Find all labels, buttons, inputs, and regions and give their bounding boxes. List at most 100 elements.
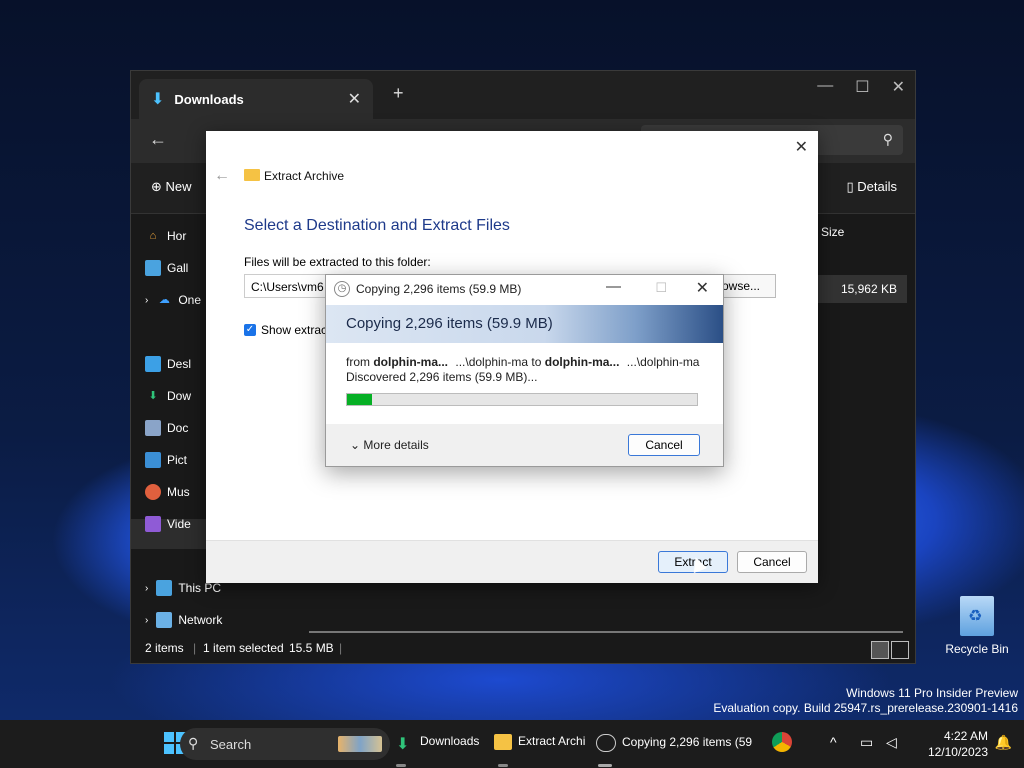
checkbox-label: Show extract [261, 323, 331, 337]
sidebar-item-network[interactable]: › Network [145, 607, 222, 633]
source-name[interactable]: dolphin-ma... [373, 355, 448, 369]
chrome-icon [772, 732, 792, 752]
cancel-copy-button[interactable]: Cancel [628, 434, 700, 456]
taskbar-app-label: Downloads [420, 734, 480, 749]
close-icon[interactable]: ✕ [696, 278, 709, 298]
windows-logo-icon [164, 744, 174, 754]
minimize-icon[interactable]: — [817, 77, 833, 97]
taskbar-app-extract-archive[interactable]: Extract Archi [494, 734, 585, 750]
close-tab-icon[interactable]: ✕ [348, 89, 361, 109]
this-pc-icon [156, 580, 173, 596]
sidebar-item-pictures[interactable]: Pict [145, 447, 187, 473]
status-item-count: 2 items [145, 641, 184, 655]
destination-path: ...\dolphin-ma [626, 355, 700, 369]
clock-icon [596, 734, 616, 752]
recycle-bin[interactable]: Recycle Bin [940, 596, 1014, 656]
back-arrow-icon[interactable]: ← [214, 167, 230, 185]
details-button[interactable]: ▯ Details [846, 179, 897, 195]
details-view-icon[interactable] [871, 641, 889, 659]
new-label: New [165, 179, 192, 194]
expand-chevron-icon[interactable]: › [145, 615, 148, 626]
new-button[interactable]: ⊕ New [151, 179, 192, 195]
sidebar-item-onedrive[interactable]: › ☁ One [145, 287, 201, 313]
sidebar-item-home[interactable]: ⌂ Hor [145, 223, 187, 249]
sidebar-item-music[interactable]: Mus [145, 479, 190, 505]
evaluation-watermark: Windows 11 Pro Insider Preview Evaluatio… [713, 686, 1018, 716]
sidebar-item-label: Pict [167, 453, 188, 467]
network-status-icon[interactable]: ▭ [860, 734, 873, 751]
explorer-tab-bar: ⬇ Downloads ✕ + — ☐ ✕ [131, 71, 915, 119]
tiles-view-icon[interactable] [891, 641, 909, 659]
notification-bell-icon[interactable]: 🔔 [995, 734, 1012, 751]
tab-label: Downloads [174, 91, 244, 107]
more-details-toggle[interactable]: ⌄ More details [350, 438, 429, 452]
app-running-indicator [498, 764, 508, 767]
clock-date: 12/10/2023 [927, 745, 988, 759]
sidebar-item-label: Dow [167, 389, 192, 403]
expand-chevron-icon[interactable]: › [145, 295, 148, 306]
maximize-icon: ☐ [655, 280, 667, 295]
chevron-up-icon[interactable]: ^ [830, 734, 837, 750]
sidebar-item-label: Hor [167, 229, 187, 243]
app-running-indicator [396, 764, 406, 767]
close-icon[interactable]: ✕ [795, 137, 808, 157]
volume-icon[interactable]: ◁ [886, 734, 897, 751]
file-size-cell: 15,962 KB [840, 282, 897, 296]
folder-icon [494, 734, 512, 750]
status-divider: | [339, 641, 343, 655]
dialog-heading: Select a Destination and Extract Files [244, 217, 510, 234]
sidebar-item-videos[interactable]: Vide [145, 511, 191, 537]
sidebar-item-desktop[interactable]: Desl [145, 351, 191, 377]
sidebar-item-gallery[interactable]: Gall [145, 255, 188, 281]
sidebar-item-label: This PC [178, 581, 222, 595]
sidebar-item-label: Doc [167, 421, 189, 435]
dialog-title: Extract Archive [264, 169, 345, 183]
taskbar-clock[interactable]: 4:22 AM 12/10/2023 [928, 728, 988, 760]
recycle-bin-label: Recycle Bin [945, 642, 1009, 656]
close-icon[interactable]: ✕ [892, 77, 905, 97]
dialog-footer: Extract Cancel [206, 540, 818, 583]
source-path: ...\dolphin-ma [455, 355, 529, 369]
sidebar-item-documents[interactable]: Doc [145, 415, 188, 441]
column-header-size[interactable]: Size [814, 219, 907, 245]
destination-name[interactable]: dolphin-ma... [545, 355, 620, 369]
music-icon [145, 484, 161, 500]
home-icon: ⌂ [149, 230, 157, 242]
expand-chevron-icon[interactable]: › [145, 583, 148, 594]
sidebar-item-label: Network [178, 613, 223, 627]
copy-source-destination: from dolphin-ma... ...\dolphin-ma to dol… [346, 355, 699, 369]
maximize-icon[interactable]: ☐ [855, 77, 869, 97]
copy-banner-title: Copying 2,296 items (59.9 MB) [346, 315, 553, 332]
app-running-indicator [598, 764, 612, 767]
back-arrow-icon[interactable]: ← [149, 129, 167, 150]
more-details-label: More details [363, 438, 429, 452]
tab-downloads[interactable]: ⬇ Downloads ✕ [139, 79, 373, 119]
taskbar-search-label: Search [210, 737, 252, 752]
taskbar-app-label: Copying 2,296 items (59 [622, 735, 753, 750]
watermark-line-2: Evaluation copy. Build 25947.rs_prerelea… [713, 701, 1018, 715]
watermark-line-1: Windows 11 Pro Insider Preview [846, 686, 1018, 700]
sidebar-item-label: Gall [167, 261, 189, 275]
show-extracted-checkbox[interactable]: ✓ Show extract [244, 323, 330, 337]
taskbar-app-downloads[interactable]: ⬇ Downloads [396, 734, 480, 753]
minimize-icon[interactable]: — [606, 278, 621, 295]
recycle-bin-icon [960, 596, 994, 636]
sidebar-item-downloads[interactable]: ⬇ Dow [145, 383, 191, 409]
zip-folder-icon [244, 169, 260, 181]
network-icon [156, 612, 173, 628]
taskbar-search-box[interactable]: ⚲ Search [180, 728, 390, 760]
clock-time: 4:22 AM [943, 729, 988, 743]
taskbar-app-copying[interactable]: Copying 2,296 items (59 [596, 734, 752, 752]
cancel-button[interactable]: Cancel [737, 551, 807, 573]
window-controls: — ☐ ✕ [817, 77, 905, 97]
chevron-down-icon: ⌄ [350, 438, 361, 452]
new-tab-button[interactable]: + [393, 83, 404, 104]
sidebar-item-label: Vide [167, 517, 191, 531]
download-icon: ⬇ [396, 736, 410, 753]
to-word: to [531, 355, 542, 369]
taskbar: ⚲ Search ⬇ Downloads Extract Archi Copyin… [0, 720, 1024, 768]
taskbar-app-label: Extract Archi [518, 734, 586, 749]
downloads-icon: ⬇ [148, 390, 158, 402]
taskbar-app-chrome[interactable] [772, 732, 798, 752]
copy-dialog-footer: ⌄ More details Cancel [326, 424, 723, 466]
